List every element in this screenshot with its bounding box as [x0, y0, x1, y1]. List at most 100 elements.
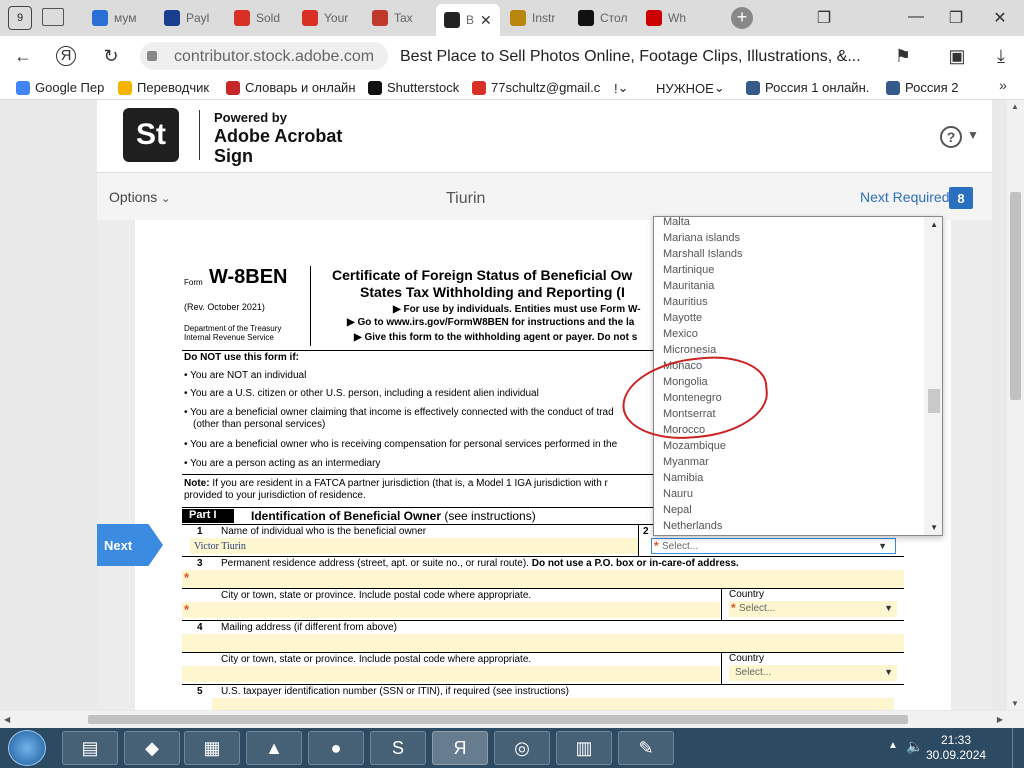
dropdown-option[interactable]: Namibia [654, 470, 926, 486]
taxpayer-id-field[interactable] [212, 698, 894, 710]
page-title: Best Place to Sell Photos Online, Footag… [400, 48, 861, 65]
browser-tab[interactable]: Sold [234, 6, 294, 30]
dropdown-option[interactable]: Netherlands [654, 518, 926, 534]
bookmark-item[interactable]: 77schultz@gmail.c [472, 80, 600, 95]
bookmark-item[interactable]: Google Пер [16, 80, 104, 95]
page-horizontal-scrollbar[interactable]: ◀ ▶ [0, 711, 1007, 728]
paint-taskbar-icon[interactable]: ● [308, 731, 364, 765]
explorer-taskbar-icon[interactable]: ▤ [62, 731, 118, 765]
new-tab-button[interactable]: + [731, 7, 753, 29]
bookmark-label: Россия 1 онлайн. [765, 80, 870, 95]
more-bookmarks-icon[interactable]: » [992, 77, 1014, 93]
browser-tab[interactable]: Your [302, 6, 362, 30]
dropdown-option[interactable]: Marshall Islands [654, 246, 926, 262]
reload-icon[interactable]: ↻ [100, 46, 122, 67]
scroll-down-icon[interactable]: ▼ [930, 523, 938, 532]
browser-tab[interactable]: Payl [164, 6, 224, 30]
dropdown-option[interactable]: Mozambique [654, 438, 926, 454]
dropdown-option[interactable]: Nepal [654, 502, 926, 518]
dropdown-option[interactable]: Mayotte [654, 310, 926, 326]
collections-icon[interactable]: ▣ [946, 46, 968, 67]
chrome-taskbar-icon[interactable]: ◎ [494, 731, 550, 765]
help-icon[interactable]: ? [940, 126, 962, 148]
browser-tab[interactable]: Instr [510, 6, 570, 30]
back-icon[interactable]: ← [12, 46, 34, 67]
system-clock[interactable]: 21:33 30.09.2024 [926, 733, 986, 763]
horizontal-scroll-thumb[interactable] [88, 715, 908, 724]
close-window-button[interactable]: ✕ [990, 8, 1010, 28]
mailing-city-field[interactable] [182, 666, 720, 682]
bookmark-item[interactable]: Словарь и онлайн [226, 80, 356, 95]
browser-tab[interactable]: мум [92, 6, 152, 30]
residence-city-field[interactable] [182, 602, 720, 618]
brand-name: Adobe Acrobat Sign [214, 126, 343, 166]
new-window-icon[interactable] [42, 8, 64, 26]
yandex-browser-taskbar-icon[interactable]: Я [432, 731, 488, 765]
bookmark-item[interactable]: Shutterstock [368, 80, 459, 95]
bookmark-item[interactable]: Россия 1 онлайн. [746, 80, 869, 95]
chevron-down-icon: ▼ [884, 603, 893, 613]
tray-expand-icon[interactable]: ▲ [888, 740, 898, 751]
dropdown-option[interactable]: Malta [654, 217, 926, 230]
download-icon[interactable]: ⤓ [990, 46, 1012, 67]
browser-tab[interactable]: B ✕ [436, 4, 500, 36]
show-desktop-button[interactable] [1012, 728, 1024, 768]
cat-app-taskbar-icon[interactable]: ◆ [124, 731, 180, 765]
pen-app-taskbar-icon[interactable]: ✎ [618, 731, 674, 765]
bookmark-item[interactable]: Переводчик [118, 80, 209, 95]
scroll-left-icon[interactable]: ◀ [4, 715, 10, 724]
mailing-country-label: Country [729, 653, 765, 664]
tab-counter-icon[interactable]: 9 [8, 6, 32, 30]
scroll-up-icon[interactable]: ▲ [1011, 102, 1019, 111]
chevron-down-icon[interactable]: ▼ [967, 128, 979, 142]
next-required-link[interactable]: Next Required [860, 189, 950, 205]
yandex-icon[interactable]: Я [56, 46, 76, 66]
start-button[interactable] [8, 730, 46, 766]
browser-tab[interactable]: Wh [646, 6, 706, 30]
volume-icon[interactable]: 🔈 [906, 738, 923, 755]
dropdown-scrollbar[interactable]: ▲ ▼ [924, 217, 942, 535]
bookmark-label: Россия 2 [905, 80, 959, 95]
options-menu[interactable]: Options ⌄ [109, 189, 170, 205]
residence-country-select[interactable]: * Select... ▼ [729, 601, 897, 617]
scroll-down-icon[interactable]: ▼ [1011, 699, 1019, 708]
browser-tab[interactable]: Стол [578, 6, 638, 30]
restore-button[interactable]: ❐ [946, 8, 966, 28]
bullet-5: • You are a person acting as an intermed… [184, 458, 381, 469]
bookmark-item[interactable]: НУЖНОЕ ⌄ [656, 80, 725, 96]
dropdown-option[interactable]: Mauritania [654, 278, 926, 294]
bookmark-item[interactable]: ! ⌄ [614, 80, 629, 96]
tab-list-icon[interactable]: ❐ [814, 8, 834, 28]
chart-app-taskbar-icon[interactable]: ▲ [246, 731, 302, 765]
scroll-right-icon[interactable]: ▶ [997, 715, 1003, 724]
minimize-button[interactable]: — [906, 8, 926, 26]
clock-date: 30.09.2024 [926, 748, 987, 762]
slides-taskbar-icon[interactable]: S [370, 731, 426, 765]
bookmark-item[interactable]: Россия 2 [886, 80, 958, 95]
dropdown-scroll-thumb[interactable] [928, 389, 940, 413]
paypal-icon [164, 10, 180, 26]
mailing-country-select[interactable]: Select... ▼ [729, 665, 897, 681]
line-3-number: 3 [197, 558, 203, 569]
close-tab-icon[interactable]: ✕ [480, 12, 492, 29]
name-field[interactable] [190, 538, 638, 554]
calculator-taskbar-icon[interactable]: ▦ [184, 731, 240, 765]
page-vertical-scrollbar[interactable]: ▲ ▼ [1007, 100, 1024, 710]
dropdown-option[interactable]: Mexico [654, 326, 926, 342]
dropdown-option[interactable]: Nauru [654, 486, 926, 502]
mailing-address-field[interactable] [182, 634, 904, 652]
browser-tab[interactable]: Tax [372, 6, 432, 30]
vertical-scroll-thumb[interactable] [1010, 192, 1021, 400]
rule-line [182, 652, 904, 653]
residence-address-field[interactable] [182, 570, 904, 588]
bookmark-icon[interactable]: ⚑ [892, 46, 914, 67]
system-monitor-taskbar-icon[interactable]: ▥ [556, 731, 612, 765]
citizenship-select[interactable]: * Select... ▼ [651, 538, 896, 554]
scroll-up-icon[interactable]: ▲ [930, 220, 938, 229]
dropdown-option[interactable]: Martinique [654, 262, 926, 278]
dropdown-option[interactable]: Mariana islands [654, 230, 926, 246]
dropdown-option[interactable]: Myanmar [654, 454, 926, 470]
url-text[interactable]: contributor.stock.adobe.com [174, 48, 374, 66]
dropdown-option[interactable]: Micronesia [654, 342, 926, 358]
dropdown-option[interactable]: Mauritius [654, 294, 926, 310]
